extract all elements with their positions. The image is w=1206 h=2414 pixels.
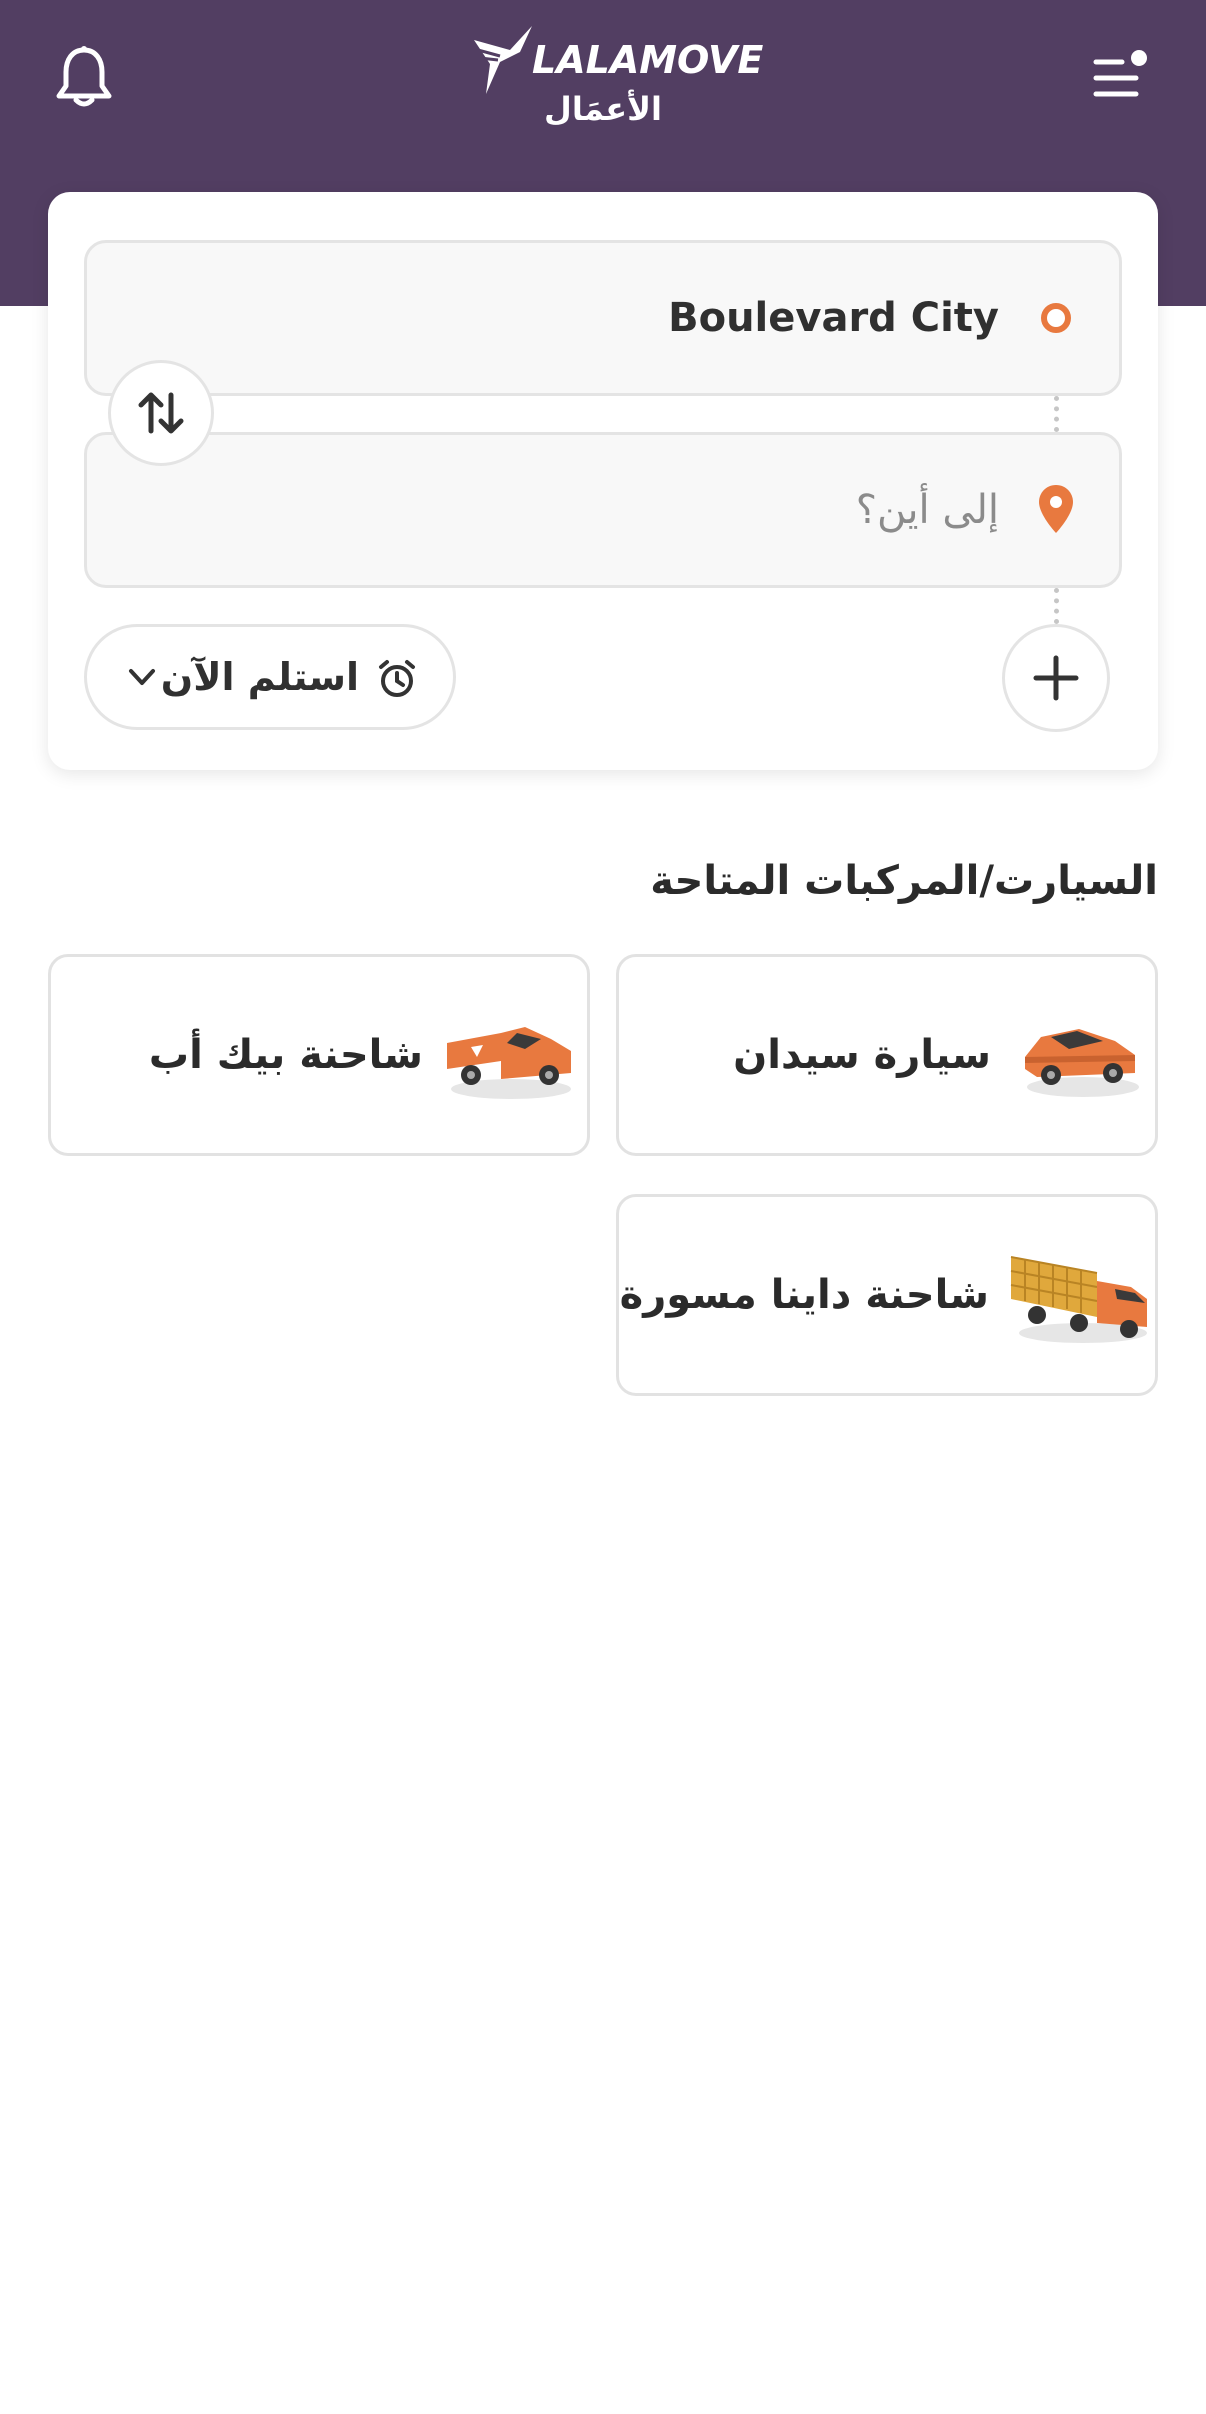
sedan-car-icon (1025, 1029, 1139, 1097)
notifications-button[interactable] (54, 44, 114, 110)
brand-subtitle: الأعمَال (544, 90, 662, 128)
vehicle-label-dyna-truck: شاحنة داينا مسورة (619, 1272, 989, 1318)
vehicle-label-sedan: سيارة سيدان (733, 1032, 991, 1078)
dropoff-location-field[interactable]: إلى أين؟ (84, 432, 1122, 588)
available-vehicles-title: السيارت/المركبات المتاحة (650, 858, 1158, 904)
chevron-down-icon (129, 669, 155, 685)
location-pin-icon (1039, 485, 1073, 533)
vehicle-card-dyna-truck[interactable]: شاحنة داينا مسورة (616, 1194, 1158, 1396)
swap-arrows-icon (138, 392, 184, 434)
hamburger-menu-icon (1093, 50, 1147, 97)
vehicle-card-pickup-truck[interactable]: شاحنة بيك أب (48, 954, 590, 1156)
add-stop-button[interactable] (1002, 624, 1110, 732)
pickup-time-selector[interactable]: استلم الآن (84, 624, 456, 730)
app-screen: LALAMOVE الأعمَال Boulevard City إلى أين… (0, 0, 1206, 2414)
menu-button[interactable] (1092, 48, 1152, 104)
vehicle-card-sedan[interactable]: سيارة سيدان (616, 954, 1158, 1156)
pickup-location-field[interactable]: Boulevard City (84, 240, 1122, 396)
pickup-location-text: Boulevard City (668, 295, 999, 341)
swap-locations-button[interactable] (108, 360, 214, 466)
fenced-dyna-truck-icon (1010, 1256, 1147, 1343)
vehicle-label-pickup-truck: شاحنة بيك أب (148, 1032, 423, 1078)
route-connector-line (1054, 396, 1059, 432)
brand-name: LALAMOVE (532, 38, 764, 82)
pickup-truck-icon (447, 1027, 571, 1099)
alarm-clock-icon (379, 660, 415, 697)
plus-icon (1033, 655, 1079, 701)
route-card: Boulevard City إلى أين؟ استلم الآن (48, 192, 1158, 770)
bell-icon (56, 46, 112, 107)
pickup-dot-icon (1041, 303, 1071, 333)
dropoff-placeholder-text: إلى أين؟ (855, 487, 999, 533)
route-connector-line-2 (1054, 588, 1059, 624)
pickup-time-label: استلم الآن (160, 655, 359, 699)
